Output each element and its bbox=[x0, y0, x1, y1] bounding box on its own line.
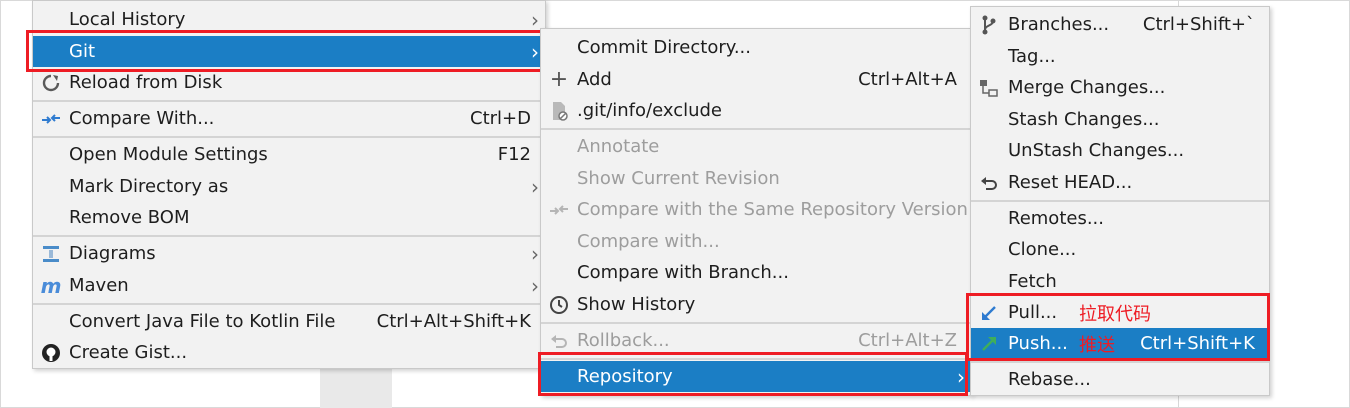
menu-item-open-module-settings[interactable]: Open Module Settings F12 bbox=[33, 139, 545, 170]
menu-item-convert-java-to-kotlin[interactable]: Convert Java File to Kotlin File Ctrl+Al… bbox=[33, 306, 545, 337]
highlight-box-git bbox=[26, 30, 544, 72]
menu-item-unstash-changes[interactable]: UnStash Changes... bbox=[971, 135, 1269, 166]
menu-item-compare-with[interactable]: Compare With... Ctrl+D bbox=[33, 103, 545, 134]
shortcut-label: Ctrl+D bbox=[470, 108, 531, 129]
menu-separator bbox=[541, 128, 971, 130]
menu-item-label: Show History bbox=[577, 294, 696, 315]
merge-icon bbox=[977, 76, 1001, 100]
maven-icon: m bbox=[40, 273, 62, 298]
menu-separator bbox=[541, 322, 971, 324]
shortcut-label: Ctrl+Alt+Shift+K bbox=[376, 311, 531, 332]
clock-icon bbox=[547, 293, 571, 317]
ignore-file-icon bbox=[547, 99, 571, 123]
menu-item-label: Compare with... bbox=[577, 231, 720, 252]
undo-icon bbox=[977, 171, 1001, 195]
menu-item-label: Stash Changes... bbox=[1008, 109, 1160, 130]
menu-item-compare-with[interactable]: Compare with... bbox=[541, 226, 971, 257]
github-icon bbox=[39, 341, 63, 365]
menu-item-label: Clone... bbox=[1008, 239, 1077, 260]
menu-item-branches[interactable]: Branches... Ctrl+Shift+` bbox=[971, 9, 1269, 40]
menu-item-label: .git/info/exclude bbox=[577, 100, 722, 121]
menu-item-diagrams[interactable]: Diagrams › bbox=[33, 238, 545, 269]
menu-item-remove-bom[interactable]: Remove BOM bbox=[33, 202, 545, 233]
menu-item-label: Branches... bbox=[1008, 14, 1110, 35]
submenu-arrow-icon: › bbox=[531, 273, 539, 298]
menu-item-label: Add bbox=[577, 69, 612, 90]
diagrams-icon bbox=[39, 242, 63, 266]
menu-item-label: Annotate bbox=[577, 136, 660, 157]
menu-separator bbox=[33, 100, 545, 102]
menu-item-label: Open Module Settings bbox=[69, 144, 268, 165]
submenu-arrow-icon: › bbox=[531, 7, 539, 32]
menu-item-rebase[interactable]: Rebase... bbox=[971, 364, 1269, 395]
menu-item-label: Compare With... bbox=[69, 108, 215, 129]
menu-item-stash-changes[interactable]: Stash Changes... bbox=[971, 104, 1269, 135]
menu-item-show-history[interactable]: Show History bbox=[541, 289, 971, 320]
menu-item-label: Tag... bbox=[1008, 46, 1056, 67]
menu-separator bbox=[33, 235, 545, 237]
compare-icon bbox=[547, 198, 571, 222]
menu-item-label: Compare with the Same Repository Version bbox=[577, 199, 968, 220]
git-submenu: Commit Directory... + Add Ctrl+Alt+A .gi… bbox=[540, 28, 972, 396]
menu-separator bbox=[971, 200, 1269, 202]
menu-item-label: Local History bbox=[69, 9, 186, 30]
menu-item-reset-head[interactable]: Reset HEAD... bbox=[971, 167, 1269, 198]
shortcut-label: Ctrl+Shift+` bbox=[1142, 14, 1255, 35]
highlight-box-pull-push bbox=[966, 293, 1270, 361]
submenu-arrow-icon: › bbox=[531, 241, 539, 266]
menu-item-compare-same-repo-version[interactable]: Compare with the Same Repository Version bbox=[541, 194, 971, 225]
compare-icon bbox=[39, 107, 63, 131]
menu-item-merge-changes[interactable]: Merge Changes... bbox=[971, 72, 1269, 103]
shortcut-label: F12 bbox=[497, 144, 531, 165]
menu-item-label: Rollback... bbox=[577, 330, 670, 351]
submenu-arrow-icon: › bbox=[531, 174, 539, 199]
menu-separator bbox=[971, 361, 1269, 363]
menu-item-remotes[interactable]: Remotes... bbox=[971, 203, 1269, 234]
menu-item-label: Compare with Branch... bbox=[577, 262, 789, 283]
branch-icon bbox=[977, 13, 1001, 37]
menu-item-label: Reload from Disk bbox=[69, 72, 223, 93]
menu-item-annotate[interactable]: Annotate bbox=[541, 131, 971, 162]
highlight-box-repository bbox=[538, 352, 968, 396]
menu-item-label: Remove BOM bbox=[69, 207, 190, 228]
background-panel bbox=[320, 365, 392, 408]
menu-item-maven[interactable]: m Maven › bbox=[33, 270, 545, 301]
menu-item-label: Commit Directory... bbox=[577, 37, 751, 58]
menu-item-clone[interactable]: Clone... bbox=[971, 234, 1269, 265]
menu-item-label: UnStash Changes... bbox=[1008, 140, 1185, 161]
menu-item-label: Merge Changes... bbox=[1008, 77, 1166, 98]
menu-item-label: Maven bbox=[69, 275, 129, 296]
menu-item-label: Reset HEAD... bbox=[1008, 172, 1133, 193]
plus-icon: + bbox=[549, 67, 569, 92]
menu-item-commit-directory[interactable]: Commit Directory... bbox=[541, 32, 971, 63]
menu-item-label: Rebase... bbox=[1008, 369, 1091, 390]
menu-item-show-current-revision[interactable]: Show Current Revision bbox=[541, 163, 971, 194]
shortcut-label: Ctrl+Alt+Z bbox=[858, 330, 957, 351]
menu-item-mark-directory-as[interactable]: Mark Directory as › bbox=[33, 171, 545, 202]
menu-item-label: Convert Java File to Kotlin File bbox=[69, 311, 336, 332]
menu-separator bbox=[33, 303, 545, 305]
menu-item-label: Show Current Revision bbox=[577, 168, 780, 189]
undo-icon bbox=[547, 329, 571, 353]
shortcut-label: Ctrl+Alt+A bbox=[858, 69, 957, 90]
menu-item-create-gist[interactable]: Create Gist... bbox=[33, 337, 545, 368]
menu-item-git-exclude[interactable]: .git/info/exclude bbox=[541, 95, 971, 126]
menu-item-tag[interactable]: Tag... bbox=[971, 41, 1269, 72]
menu-item-label: Fetch bbox=[1008, 271, 1057, 292]
menu-item-label: Create Gist... bbox=[69, 342, 188, 363]
menu-separator bbox=[33, 136, 545, 138]
reload-icon bbox=[39, 71, 63, 95]
menu-item-compare-with-branch[interactable]: Compare with Branch... bbox=[541, 257, 971, 288]
menu-item-label: Diagrams bbox=[69, 243, 156, 264]
menu-item-label: Mark Directory as bbox=[69, 176, 229, 197]
menu-item-label: Remotes... bbox=[1008, 208, 1104, 229]
menu-item-add[interactable]: + Add Ctrl+Alt+A bbox=[541, 64, 971, 95]
